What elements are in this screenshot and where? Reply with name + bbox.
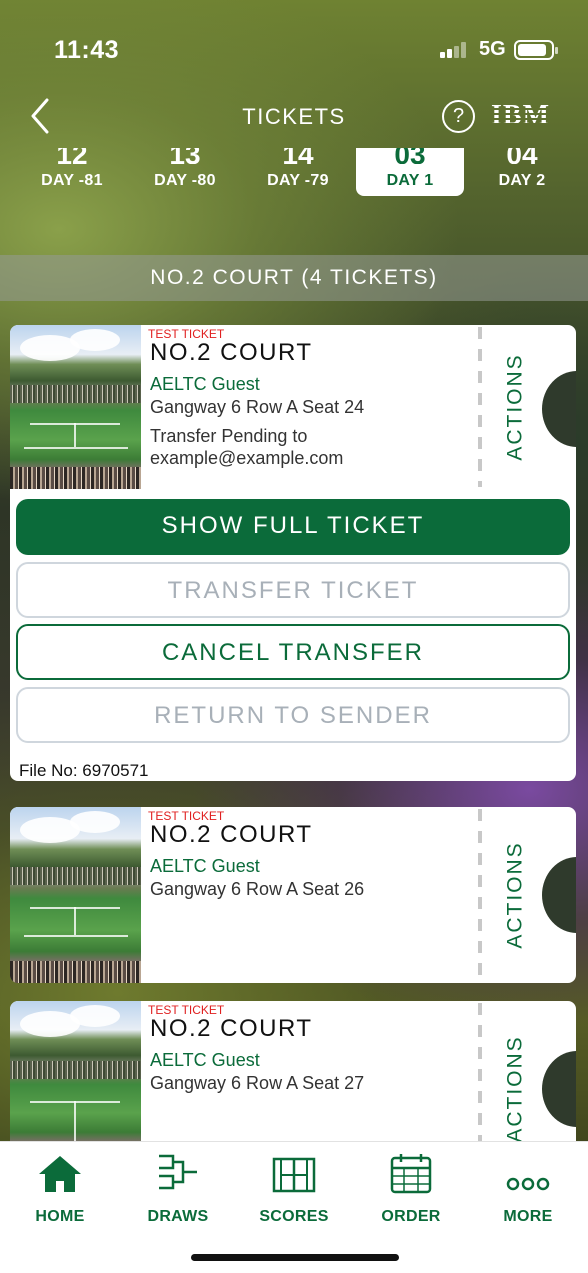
seat-info: Gangway 6 Row A Seat 27 <box>150 1073 365 1093</box>
court-group-header: NO.2 COURT (4 TICKETS) <box>0 255 588 301</box>
calendar-icon <box>352 1150 470 1194</box>
nav-scores[interactable]: SCORES <box>235 1150 353 1230</box>
ticket-notch <box>542 1051 576 1127</box>
return-to-sender-button[interactable]: RETURN TO SENDER <box>16 687 570 743</box>
bottom-nav: HOME DRAWS SCORES ORDER MORE <box>0 1141 588 1273</box>
day-tab[interactable]: 04 DAY 2 <box>468 148 576 196</box>
court-photo <box>10 325 141 489</box>
perforation-divider <box>478 809 482 979</box>
file-number: File No: 6970571 <box>19 761 149 780</box>
signal-icon <box>440 42 468 58</box>
guest-type: AELTC Guest <box>150 1050 260 1070</box>
court-photo <box>10 807 141 983</box>
day-tab[interactable]: 14 DAY -79 <box>244 148 352 196</box>
court-name: NO.2 COURT <box>150 1015 313 1042</box>
actions-label: ACTIONS <box>504 841 527 949</box>
court-name: NO.2 COURT <box>150 339 313 366</box>
day-number: 03 <box>394 148 426 164</box>
actions-label: ACTIONS <box>504 353 527 461</box>
nav-home[interactable]: HOME <box>1 1150 119 1230</box>
battery-icon <box>514 40 558 60</box>
perforation-divider <box>478 327 482 487</box>
day-label: DAY -81 <box>41 172 103 189</box>
help-icon[interactable]: ? <box>442 100 475 133</box>
network-type: 5G <box>479 38 506 60</box>
ticket-card: TEST TICKET NO.2 COURT AELTC Guest Gangw… <box>10 325 576 781</box>
ticket-notch <box>542 857 576 933</box>
home-icon <box>1 1150 119 1194</box>
day-tab[interactable]: 13 DAY -80 <box>131 148 239 196</box>
more-dots-icon <box>469 1150 587 1194</box>
nav-label: DRAWS <box>147 1208 209 1225</box>
nav-label: SCORES <box>259 1208 329 1225</box>
court-icon <box>235 1150 353 1194</box>
day-label: DAY 2 <box>498 172 546 189</box>
day-label: DAY -79 <box>267 172 329 189</box>
transfer-ticket-button[interactable]: TRANSFER TICKET <box>16 562 570 618</box>
actions-button[interactable]: ACTIONS <box>488 325 544 489</box>
nav-label: MORE <box>503 1208 553 1225</box>
day-tab[interactable]: 12 DAY -81 <box>18 148 126 196</box>
day-label: DAY -80 <box>154 172 216 189</box>
day-number: 04 <box>506 148 538 164</box>
actions-button[interactable]: ACTIONS <box>488 807 544 983</box>
nav-order[interactable]: ORDER <box>352 1150 470 1230</box>
actions-button[interactable]: ACTIONS <box>488 1001 544 1161</box>
seat-info: Gangway 6 Row A Seat 26 <box>150 879 365 899</box>
show-full-ticket-button[interactable]: SHOW FULL TICKET <box>16 499 570 555</box>
status-time: 11:43 <box>54 36 120 64</box>
guest-type: AELTC Guest <box>150 856 260 876</box>
day-number: 13 <box>169 148 201 164</box>
day-label: DAY 1 <box>386 172 434 189</box>
court-name: NO.2 COURT <box>150 821 313 848</box>
nav-draws[interactable]: DRAWS <box>119 1150 237 1230</box>
guest-type: AELTC Guest <box>150 374 260 394</box>
ticket-card: TEST TICKET NO.2 COURT AELTC Guest Gangw… <box>10 807 576 983</box>
court-photo <box>10 1001 141 1161</box>
home-indicator[interactable] <box>191 1254 399 1261</box>
day-number: 12 <box>56 148 88 164</box>
cancel-transfer-button[interactable]: CANCEL TRANSFER <box>16 624 570 680</box>
day-tabs: 12 DAY -81 13 DAY -80 14 DAY -79 03 DAY … <box>0 148 588 200</box>
nav-more[interactable]: MORE <box>469 1150 587 1230</box>
perforation-divider <box>478 1003 482 1161</box>
ticket-card: TEST TICKET NO.2 COURT AELTC Guest Gangw… <box>10 1001 576 1161</box>
status-bar: 11:43 5G <box>0 0 588 90</box>
nav-label: ORDER <box>381 1208 441 1225</box>
actions-label: ACTIONS <box>504 1035 527 1143</box>
day-number: 14 <box>282 148 314 164</box>
nav-label: HOME <box>35 1208 85 1225</box>
ticket-notch <box>542 371 576 447</box>
day-tab-active[interactable]: 03 DAY 1 <box>356 148 464 196</box>
ibm-logo: IBM <box>491 100 550 131</box>
app-header: TICKETS ? IBM <box>0 90 588 146</box>
bracket-icon <box>119 1150 237 1194</box>
seat-info: Gangway 6 Row A Seat 24 <box>150 397 365 417</box>
transfer-status: Transfer Pending to example@example.com <box>150 426 344 468</box>
